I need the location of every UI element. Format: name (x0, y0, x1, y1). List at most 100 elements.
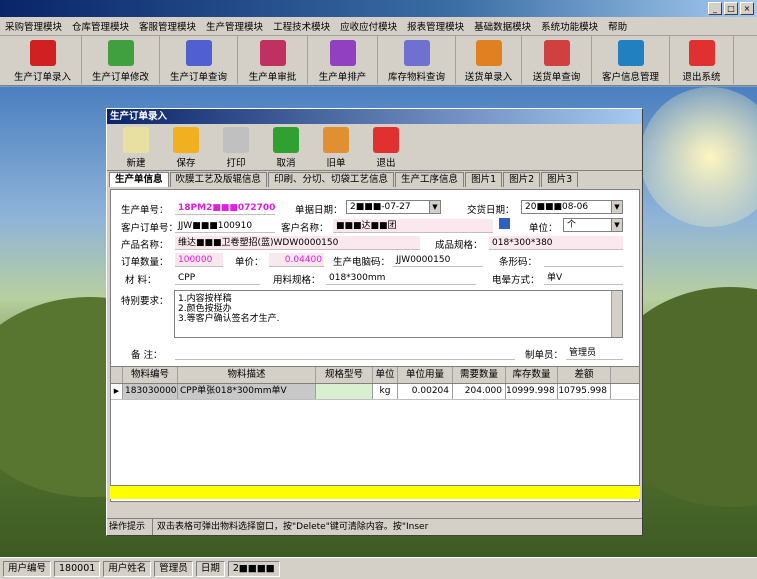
grid-header-cell[interactable]: 物料描述 (178, 367, 316, 383)
tab-0[interactable]: 生产单信息 (109, 172, 169, 187)
toolbar-button-6[interactable]: 送货单录入 (456, 36, 522, 84)
order-no-field[interactable]: 18PM2■■■0727001 (175, 201, 275, 215)
chevron-down-icon[interactable]: ▼ (611, 201, 622, 213)
tab-5[interactable]: 图片2 (503, 172, 541, 187)
save-folder-icon (173, 127, 199, 153)
toolbar-button-0[interactable]: 生产订单录入 (4, 36, 82, 84)
app-titlebar: _ □ × (0, 0, 757, 17)
table-row[interactable]: ▶ 1830300009 CPP单张018*300mm单V kg 0.00204 204.… (111, 384, 639, 400)
table-cell[interactable]: 0.00204 (398, 384, 453, 399)
material-field[interactable]: CPP (175, 271, 260, 285)
dialog-button-label: 保存 (176, 158, 196, 169)
menu-item-3[interactable]: 生产管理模块 (201, 19, 268, 33)
printer-icon (223, 127, 249, 153)
grid-header-cell[interactable]: 规格型号 (316, 367, 373, 383)
price-field[interactable]: 0.04400 (269, 253, 324, 267)
dialog-button-label: 退出 (376, 158, 396, 169)
old-doc-icon (323, 127, 349, 153)
tab-6[interactable]: 图片3 (541, 172, 579, 187)
maker-field[interactable]: 管理员 (566, 346, 623, 360)
table-cell[interactable]: 1830300009 (123, 384, 178, 399)
toolbar-label: 退出系统 (682, 72, 721, 83)
barcode-field[interactable] (544, 253, 623, 267)
menu-item-0[interactable]: 采购管理模块 (0, 19, 67, 33)
dialog-button-0[interactable]: 新建 (111, 124, 161, 170)
close-button[interactable]: × (740, 2, 754, 15)
unit-select[interactable]: 个 ▼ (563, 218, 623, 232)
chevron-down-icon[interactable]: ▼ (429, 201, 440, 213)
delivery-date-picker[interactable]: 20■■■08-06 ▼ (521, 200, 623, 214)
cust-name-field[interactable]: ■■■达■■团 (333, 219, 493, 233)
status-cell-2: 用户姓名 (103, 560, 152, 577)
toolbar-button-3[interactable]: 生产单审批 (238, 36, 308, 84)
grid-header-cell[interactable]: 单位 (373, 367, 398, 383)
table-cell[interactable]: 204.000 (453, 384, 506, 399)
menu-item-7[interactable]: 基础数据模块 (469, 19, 536, 33)
exit-icon (373, 127, 399, 153)
dialog-button-1[interactable]: 保存 (161, 124, 211, 170)
menu-item-9[interactable]: 帮助 (603, 19, 632, 33)
toolbar-button-2[interactable]: 生产订单查询 (160, 36, 238, 84)
maximize-button[interactable]: □ (724, 2, 738, 15)
code-field[interactable]: JJW0000150 (393, 253, 483, 267)
table-cell[interactable]: kg (373, 384, 398, 399)
menu-item-6[interactable]: 报表管理模块 (402, 19, 469, 33)
dialog-button-label: 旧单 (326, 158, 346, 169)
lookup-icon[interactable] (499, 218, 510, 229)
memo-scrollbar[interactable] (611, 291, 622, 337)
grid-header-cell[interactable]: 库存数量 (506, 367, 558, 383)
toolbar-button-9[interactable]: 退出系统 (670, 36, 734, 84)
dialog-button-4[interactable]: 旧单 (311, 124, 361, 170)
toolbar-button-1[interactable]: 生产订单修改 (82, 36, 160, 84)
tab-4[interactable]: 图片1 (465, 172, 503, 187)
tab-1[interactable]: 吹膜工艺及版辊信息 (169, 172, 268, 187)
doc-date-picker[interactable]: 2■■■-07-27 ▼ (346, 200, 441, 214)
delivery-date-label: 交货日期： (467, 205, 515, 216)
cust-order-field[interactable]: JJW■■■100910 (175, 219, 275, 233)
dialog-button-2[interactable]: 打印 (211, 124, 261, 170)
table-cell[interactable]: CPP单张018*300mm单V (178, 384, 316, 399)
chevron-down-icon[interactable]: ▼ (611, 219, 622, 231)
toolbar-button-5[interactable]: 库存物料查询 (378, 36, 456, 84)
toolbar-label: 送货单查询 (532, 72, 581, 83)
toolbar-button-8[interactable]: 客户信息管理 (592, 36, 670, 84)
dialog-button-5[interactable]: 退出 (361, 124, 411, 170)
grid-header-cell[interactable]: 差额 (558, 367, 611, 383)
spec-field[interactable]: 018*300*380 (489, 236, 623, 250)
grid-header-cell[interactable]: 物料编号 (123, 367, 178, 383)
grid-header-cell[interactable]: 需要数量 (453, 367, 506, 383)
menu-item-4[interactable]: 工程技术模块 (268, 19, 335, 33)
menu-item-5[interactable]: 应收应付模块 (335, 19, 402, 33)
remark-field[interactable] (175, 346, 515, 360)
tab-3[interactable]: 生产工序信息 (395, 172, 465, 187)
minimize-button[interactable]: _ (708, 2, 722, 15)
toolbar-label: 生产单审批 (248, 72, 297, 83)
order-no-label: 生产单号： (121, 205, 169, 216)
search-doc-icon (185, 40, 212, 66)
product-field[interactable]: 维达■■■卫卷塑招(蓝)WDW0000150 (175, 236, 420, 250)
dialog-button-3[interactable]: 取消 (261, 124, 311, 170)
menu-item-8[interactable]: 系统功能模块 (536, 19, 603, 33)
tab-2[interactable]: 印刷、分切、切袋工艺信息 (268, 172, 395, 187)
delivery-icon (475, 40, 502, 66)
table-cell[interactable]: 10999.998 (506, 384, 558, 399)
table-cell[interactable]: 10795.998 (558, 384, 611, 399)
toolbar-button-7[interactable]: 送货单查询 (522, 36, 592, 84)
remark-label: 备 注： (131, 350, 163, 361)
mat-spec-field[interactable]: 018*300mm (326, 271, 476, 285)
corona-field[interactable]: 单V (544, 271, 623, 285)
menu-item-1[interactable]: 仓库管理模块 (67, 19, 134, 33)
qty-field[interactable]: 100000 (175, 253, 223, 267)
menu-item-2[interactable]: 客服管理模块 (134, 19, 201, 33)
special-requirements-memo[interactable]: 1.内容按样稿 2.颜色按挺办 3.等客户确认签名才生产. (174, 290, 623, 338)
memo-line: 3.等客户确认签名才生产. (178, 314, 280, 324)
unit-label: 单位： (529, 223, 558, 234)
cust-order-label: 客户订单号： (121, 223, 179, 234)
grid-header: 物料编号 物料描述 规格型号 单位 单位用量 需要数量 库存数量 差额 (111, 367, 639, 384)
hint-bar: 操作提示 双击表格可弹出物料选择窗口，按"Delete"键可清除内容。按"Ins… (107, 518, 642, 535)
toolbar-label: 生产订单修改 (91, 72, 149, 83)
table-cell[interactable] (316, 384, 373, 399)
grid-header-cell[interactable]: 单位用量 (398, 367, 453, 383)
toolbar-button-4[interactable]: 生产单排产 (308, 36, 378, 84)
new-doc-icon (123, 127, 149, 153)
